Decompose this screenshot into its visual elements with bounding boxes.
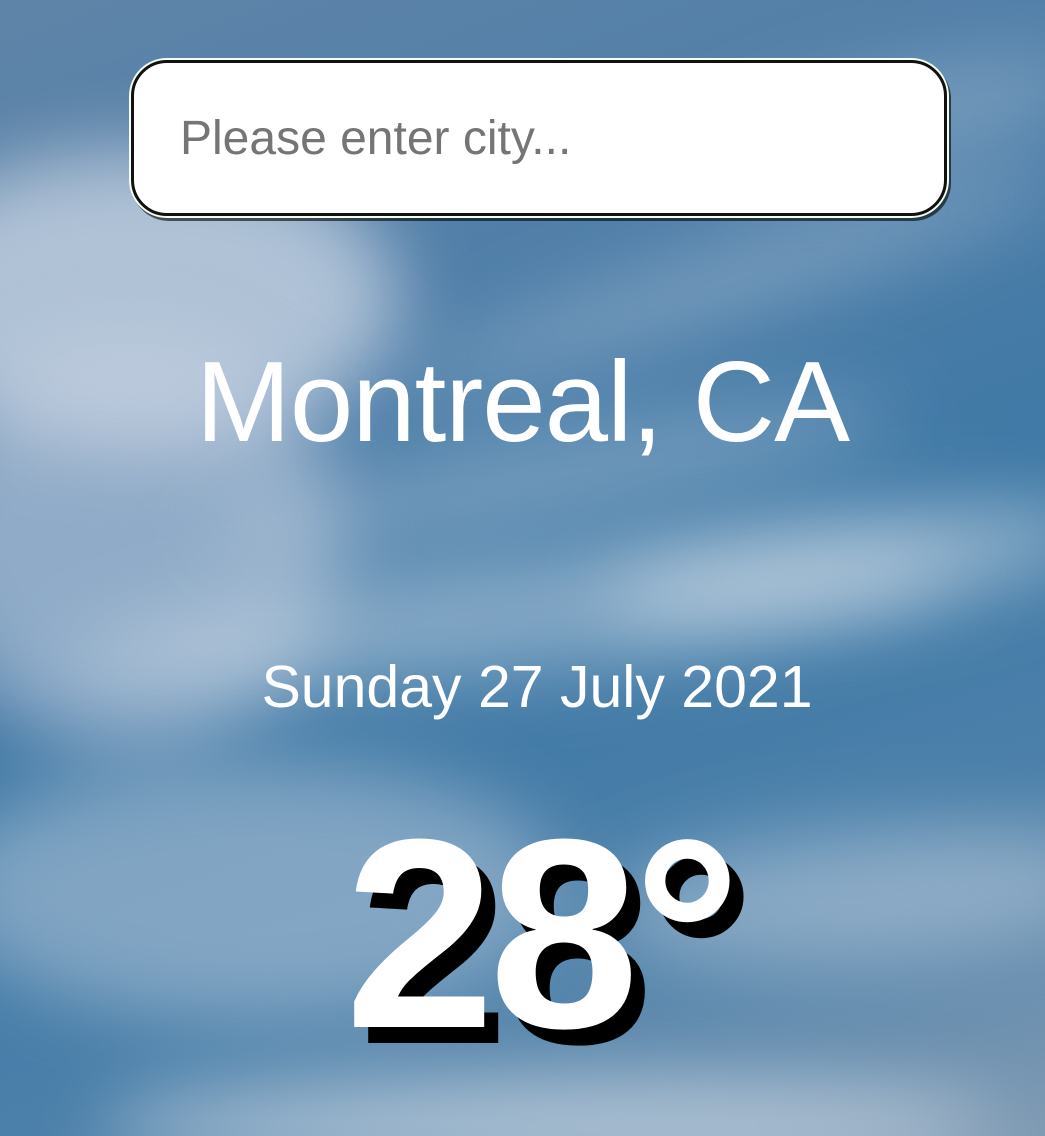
city-search-input[interactable] [131, 60, 947, 216]
weather-app: Montreal, CA Sunday 27 July 2021 28° [0, 0, 1045, 1136]
current-date: Sunday 27 July 2021 [261, 654, 813, 720]
location-name: Montreal, CA [195, 339, 850, 466]
temperature-readout: 28° [344, 784, 741, 1085]
